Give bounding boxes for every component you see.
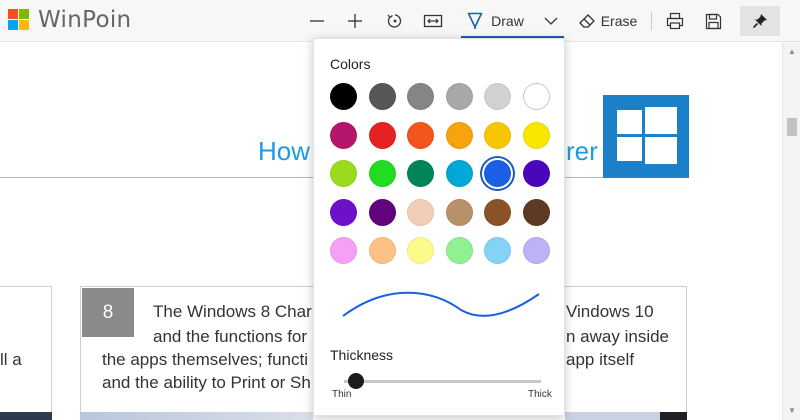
color-swatch-1a5fe6[interactable] xyxy=(484,160,511,187)
color-swatch-bcb3f7[interactable] xyxy=(522,237,550,264)
color-swatch-9bdb1d[interactable] xyxy=(330,160,357,187)
color-swatch-f2cdb7[interactable] xyxy=(407,198,434,226)
printer-icon xyxy=(666,12,684,30)
zoom-out-button[interactable] xyxy=(305,6,329,36)
color-swatch-b8906a[interactable] xyxy=(445,198,473,226)
fit-width-button[interactable] xyxy=(420,6,446,36)
color-swatch-00a8d5[interactable] xyxy=(445,160,473,187)
color-swatch-63037c[interactable] xyxy=(368,198,396,226)
app-window: WinPoin Draw Erase How rer ll a 8 The Wi… xyxy=(0,0,800,420)
left-card-text: ll a xyxy=(0,350,22,369)
card-line-4: and the ability to Print or Sh xyxy=(102,373,311,392)
draw-label: Draw xyxy=(491,13,524,29)
color-swatch-b5156b[interactable] xyxy=(330,121,357,149)
vertical-scrollbar[interactable]: ▲ ▼ xyxy=(782,43,800,420)
color-swatch-858585[interactable] xyxy=(407,83,434,110)
color-swatch-4a06bd[interactable] xyxy=(522,160,550,187)
card-image-strip-right xyxy=(565,412,660,420)
pen-icon xyxy=(467,12,483,29)
card-line-2: and the functions for xyxy=(153,327,308,346)
color-swatch-8a5226[interactable] xyxy=(484,198,511,226)
color-swatch-5e3a26[interactable] xyxy=(522,198,550,226)
card-line-3: the apps themselves; functi xyxy=(102,350,309,369)
thickness-slider-thumb[interactable] xyxy=(348,373,364,389)
colors-title: Colors xyxy=(330,56,371,72)
color-swatch-a8a8a8[interactable] xyxy=(445,83,473,110)
card-image-strip-dark xyxy=(660,412,687,420)
color-swatch-84d3f7[interactable] xyxy=(484,237,511,264)
pin-icon xyxy=(752,14,767,29)
color-swatch-e62121[interactable] xyxy=(368,121,396,149)
color-swatch-f7a30d[interactable] xyxy=(445,121,473,149)
color-swatch-d2d2d2[interactable] xyxy=(484,83,511,110)
thickness-slider-track[interactable] xyxy=(344,380,541,383)
eraser-icon xyxy=(579,14,595,28)
rotate-icon xyxy=(387,14,402,28)
save-icon xyxy=(705,13,721,29)
scroll-thumb[interactable] xyxy=(787,118,797,136)
minus-icon xyxy=(310,20,324,22)
doc-heading-right: rer xyxy=(566,136,598,166)
color-swatch-f8c600[interactable] xyxy=(484,121,511,149)
fit-width-icon xyxy=(423,14,443,28)
plus-icon xyxy=(348,14,362,28)
toolbar-divider xyxy=(651,12,652,30)
thickness-min-label: Thin xyxy=(332,389,352,400)
color-swatch-91f091[interactable] xyxy=(445,237,473,264)
card-number: 8 xyxy=(82,288,134,337)
scroll-down-arrow[interactable]: ▼ xyxy=(787,406,797,416)
doc-heading-left: How xyxy=(258,136,311,166)
scroll-up-arrow[interactable]: ▲ xyxy=(787,47,797,57)
color-swatch-f79ff5[interactable] xyxy=(330,237,357,264)
card-right-line-1: Vindows 10 xyxy=(566,302,654,321)
print-button[interactable] xyxy=(662,6,688,36)
color-swatch-f8e600[interactable] xyxy=(522,121,550,149)
color-swatch-00855a[interactable] xyxy=(407,160,434,187)
card-right-line-3: app itself xyxy=(566,350,635,369)
color-swatch-fbfb8a[interactable] xyxy=(407,237,434,264)
app-logo xyxy=(8,9,30,31)
color-swatch-fcc185[interactable] xyxy=(368,237,396,264)
windows-logo xyxy=(603,95,689,178)
zoom-in-button[interactable] xyxy=(343,6,367,36)
pin-button[interactable] xyxy=(740,6,780,36)
card-line-1: The Windows 8 Char xyxy=(153,302,312,321)
thickness-title: Thickness xyxy=(330,347,394,363)
save-button[interactable] xyxy=(700,6,726,36)
card-image-strip xyxy=(80,412,313,420)
chevron-down-icon xyxy=(544,17,558,25)
toolbar: WinPoin Draw Erase xyxy=(0,0,800,42)
thickness-max-label: Thick xyxy=(528,389,552,400)
rotate-button[interactable] xyxy=(383,6,407,36)
color-swatch-575757[interactable] xyxy=(368,83,396,110)
color-swatch-22dc21[interactable] xyxy=(368,160,396,187)
erase-label: Erase xyxy=(600,13,638,29)
color-swatch-000000[interactable] xyxy=(330,83,357,110)
card-right-line-2: n away inside xyxy=(566,327,670,346)
color-swatch-f2561d[interactable] xyxy=(407,121,434,149)
erase-button[interactable]: Erase xyxy=(578,6,638,36)
app-title: WinPoin xyxy=(38,7,132,33)
color-swatch-6c11c7[interactable] xyxy=(330,198,357,226)
draw-panel: Colors Thickness Thin Thick xyxy=(313,38,565,416)
stroke-preview xyxy=(342,291,540,317)
draw-button[interactable]: Draw xyxy=(461,6,564,38)
left-image-strip xyxy=(0,412,52,420)
color-swatch-ffffff[interactable] xyxy=(522,83,550,110)
